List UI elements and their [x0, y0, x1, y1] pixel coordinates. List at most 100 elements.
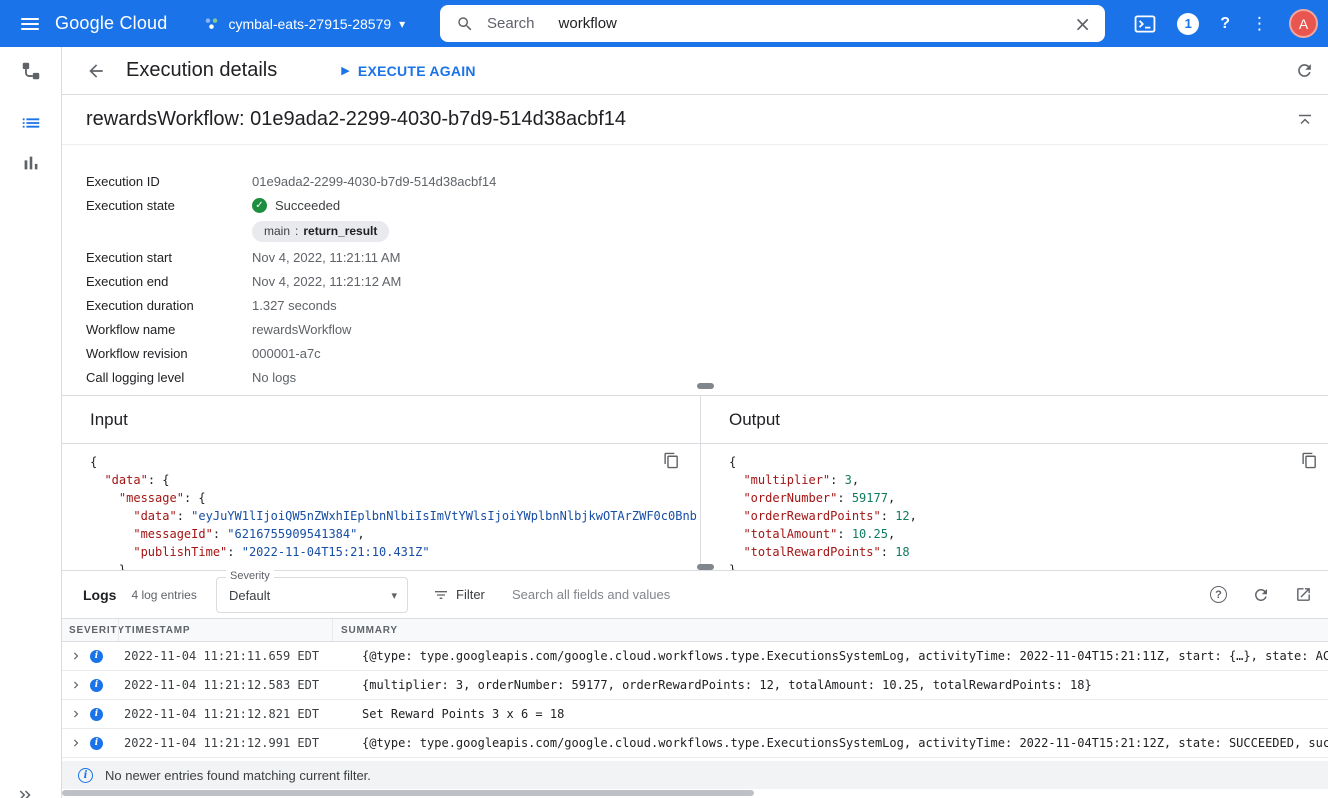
filter-label: Filter	[456, 587, 485, 602]
hamburger-menu-icon[interactable]	[21, 18, 39, 30]
search-bar[interactable]: Search workflow ×	[440, 5, 1105, 42]
field-label: Workflow name	[86, 322, 252, 337]
page-header: Execution details ▶ EXECUTE AGAIN	[62, 47, 1328, 95]
code-line: "publishTime": "2022-11-04T15:21:10.431Z…	[90, 543, 700, 561]
execute-again-button[interactable]: ▶ EXECUTE AGAIN	[341, 63, 476, 79]
log-timestamp: 2022-11-04 11:21:12.583 EDT	[118, 678, 332, 692]
field-row: Execution state ✓ Succeeded	[86, 193, 1328, 217]
code-line: "orderRewardPoints": 12,	[729, 507, 1328, 525]
pane-resize-handle[interactable]	[697, 564, 714, 570]
expand-chevron-icon[interactable]	[69, 678, 83, 692]
clear-search-icon[interactable]: ×	[1074, 12, 1091, 36]
severity-select[interactable]: Severity Default ▾	[216, 577, 408, 613]
code-line: }	[729, 561, 1328, 570]
logs-title: Logs	[83, 587, 116, 603]
input-panel: Input { "data": { "message": { "data": "…	[62, 396, 701, 570]
info-severity-icon: i	[90, 679, 103, 692]
code-line: "data": "eyJuYW1lIjoiQW5nZWxhIEplbnNlbiI…	[90, 507, 700, 525]
filter-button[interactable]: Filter	[433, 587, 485, 603]
field-row: Execution ID 01e9ada2-2299-4030-b7d9-514…	[86, 169, 1328, 193]
help-icon[interactable]: ?	[1220, 15, 1230, 33]
play-icon: ▶	[341, 64, 350, 77]
code-line: "totalAmount": 10.25,	[729, 525, 1328, 543]
sidebar-item-workflows[interactable]	[19, 59, 43, 83]
log-row[interactable]: i 2022-11-04 11:21:11.659 EDT {@type: ty…	[62, 642, 1328, 671]
logs-help-icon[interactable]: ?	[1210, 586, 1227, 603]
horizontal-scrollbar[interactable]	[62, 790, 754, 796]
back-button[interactable]	[86, 61, 106, 81]
log-table-body: i 2022-11-04 11:21:11.659 EDT {@type: ty…	[62, 642, 1328, 758]
code-line: {	[90, 453, 700, 471]
logs-search-input[interactable]	[512, 587, 1072, 602]
code-line: "messageId": "6216755909541384",	[90, 525, 700, 543]
copy-output-button[interactable]	[1301, 452, 1318, 469]
expand-chevron-icon[interactable]	[69, 649, 83, 663]
chevron-down-icon: ▾	[391, 589, 397, 602]
column-header-timestamp: TIMESTAMP	[118, 619, 332, 641]
cloud-shell-icon[interactable]	[1134, 15, 1156, 33]
refresh-button[interactable]	[1295, 61, 1314, 80]
log-severity-cell: i	[62, 678, 118, 692]
executions-list-icon	[20, 112, 42, 134]
column-header-summary: SUMMARY	[332, 619, 1328, 641]
avatar[interactable]: A	[1289, 9, 1318, 38]
code-line: "data": {	[90, 471, 700, 489]
severity-select-label: Severity	[226, 570, 274, 582]
field-label: Call logging level	[86, 370, 252, 385]
field-row: Workflow name rewardsWorkflow	[86, 317, 1328, 341]
notifications-button[interactable]: 1	[1177, 13, 1199, 35]
step-chip[interactable]: main : return_result	[252, 221, 389, 242]
field-row: Execution duration 1.327 seconds	[86, 293, 1328, 317]
field-label: Execution duration	[86, 298, 252, 313]
log-row[interactable]: i 2022-11-04 11:21:12.991 EDT {@type: ty…	[62, 729, 1328, 758]
field-value: 000001-a7c	[252, 346, 321, 361]
code-line: "totalRewardPoints": 18	[729, 543, 1328, 561]
code-line: "orderNumber": 59177,	[729, 489, 1328, 507]
overflow-menu-icon[interactable]: ⋮	[1251, 14, 1268, 34]
project-icon	[203, 15, 220, 32]
log-summary: Set Reward Points 3 x 6 = 18	[332, 707, 1328, 721]
column-header-severity: SEVERITY	[62, 619, 118, 641]
field-label: Execution ID	[86, 174, 252, 189]
search-input[interactable]: workflow	[559, 15, 617, 32]
sidebar-item-metrics[interactable]	[19, 151, 43, 175]
refresh-icon	[1295, 61, 1314, 80]
log-row[interactable]: i 2022-11-04 11:21:12.821 EDT Set Reward…	[62, 700, 1328, 729]
field-label: Workflow revision	[86, 346, 252, 361]
execution-title-row: rewardsWorkflow: 01e9ada2-2299-4030-b7d9…	[62, 95, 1328, 145]
topbar-actions: 1 ? ⋮ A	[1134, 0, 1318, 47]
open-in-new-button[interactable]	[1295, 586, 1312, 603]
banner-text: No newer entries found matching current …	[105, 768, 371, 783]
code-line: "message": {	[90, 489, 700, 507]
metrics-icon	[20, 152, 42, 174]
project-selector[interactable]: cymbal-eats-27915-28579 ▾	[203, 15, 405, 32]
expand-chevron-icon[interactable]	[69, 707, 83, 721]
copy-icon	[1301, 452, 1318, 469]
expand-chevron-icon[interactable]	[69, 736, 83, 750]
field-value: 1.327 seconds	[252, 298, 337, 313]
open-in-new-icon	[1295, 586, 1312, 603]
execution-details-list: Execution ID 01e9ada2-2299-4030-b7d9-514…	[62, 145, 1328, 390]
success-check-icon: ✓	[252, 198, 267, 213]
input-panel-title: Input	[62, 396, 700, 444]
expand-nav-icon[interactable]	[16, 786, 34, 798]
info-severity-icon: i	[90, 650, 103, 663]
copy-input-button[interactable]	[663, 452, 680, 469]
info-severity-icon: i	[90, 737, 103, 750]
output-panel: Output { "multiplier": 3, "orderNumber":…	[701, 396, 1328, 570]
logs-refresh-button[interactable]	[1252, 586, 1270, 604]
log-timestamp: 2022-11-04 11:21:12.821 EDT	[118, 707, 332, 721]
pane-resize-handle[interactable]	[697, 383, 714, 389]
execution-section-title: rewardsWorkflow: 01e9ada2-2299-4030-b7d9…	[86, 108, 626, 131]
severity-selected-value: Default	[229, 588, 270, 603]
project-name: cymbal-eats-27915-28579	[228, 16, 391, 32]
logs-toolbar-actions: ?	[1210, 586, 1312, 604]
field-label: Execution start	[86, 250, 252, 265]
filter-icon	[433, 587, 449, 603]
search-icon	[456, 15, 474, 33]
sidebar-item-executions[interactable]	[19, 111, 43, 135]
chip-separator: :	[295, 224, 298, 238]
code-line: "multiplier": 3,	[729, 471, 1328, 489]
collapse-section-button[interactable]	[1296, 111, 1314, 129]
log-row[interactable]: i 2022-11-04 11:21:12.583 EDT {multiplie…	[62, 671, 1328, 700]
